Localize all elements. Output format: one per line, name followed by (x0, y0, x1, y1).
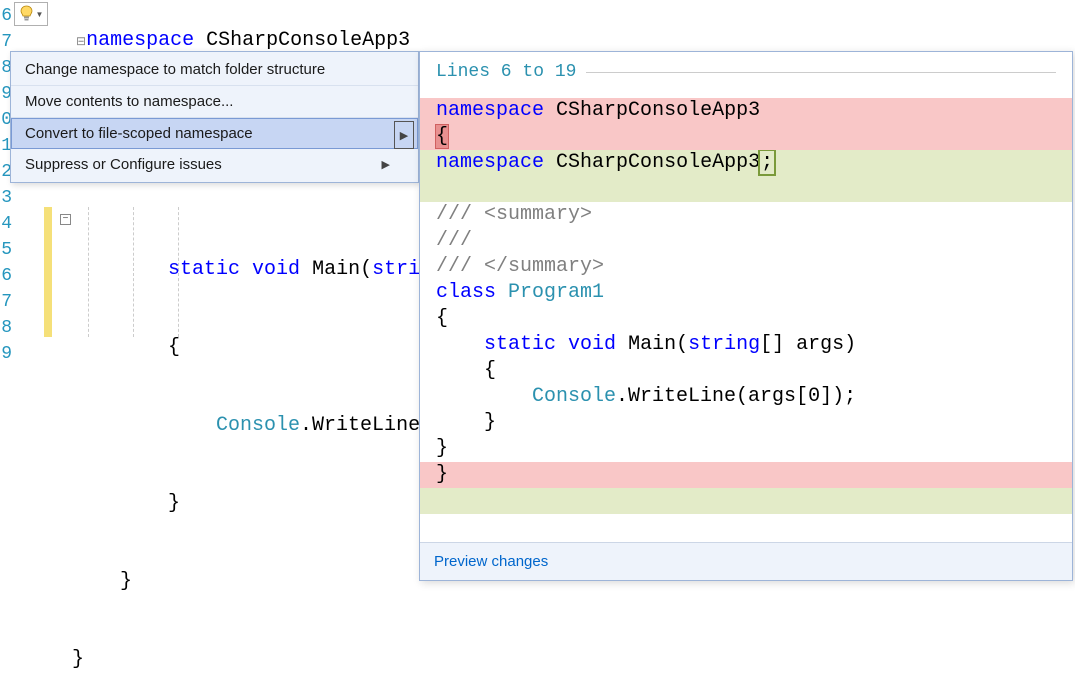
diff-context-line: { (420, 306, 1072, 332)
line-number: 6 (0, 263, 12, 289)
diff-context-line: /// </summary> (420, 254, 1072, 280)
quick-actions-menu: Change namespace to match folder structu… (10, 51, 419, 183)
line-number: 3 (0, 185, 12, 211)
menu-item-convert-file-scoped[interactable]: Convert to file-scoped namespace ▶ (11, 118, 418, 149)
diff-context-line: static void Main(string[] args) (420, 332, 1072, 358)
line-number: 9 (0, 341, 12, 367)
change-indicator-bar (44, 207, 52, 337)
menu-item-label: Change namespace to match folder structu… (25, 61, 325, 78)
fold-toggle[interactable]: − (60, 214, 71, 225)
chevron-right-icon: ▶ (382, 158, 390, 171)
preview-header-text: Lines 6 to 19 (436, 62, 576, 82)
preview-changes-link[interactable]: Preview changes (434, 553, 548, 570)
editor-code-fragment[interactable]: static void Main(string[ { Console.Write… (72, 205, 456, 699)
preview-header: Lines 6 to 19 (420, 52, 1072, 86)
diff-removed-line: namespace CSharpConsoleApp3 (420, 98, 1072, 124)
submenu-indicator: ▶ (394, 121, 414, 149)
diff-context-line: class Program1 (420, 280, 1072, 306)
diff-context-line: } (420, 410, 1072, 436)
menu-item-label: Convert to file-scoped namespace (25, 125, 253, 142)
line-number: 6 (0, 3, 12, 29)
diff-added-line (420, 488, 1072, 514)
editor-code-line[interactable]: ⊟namespace CSharpConsoleApp3 (52, 2, 410, 55)
diff-context-line: /// (420, 228, 1072, 254)
diff-removed-line: { (420, 124, 1072, 150)
menu-item-label: Move contents to namespace... (25, 93, 233, 110)
preview-footer: Preview changes (420, 542, 1072, 580)
diff-context-line: } (420, 436, 1072, 462)
diff-removed-line: } (420, 462, 1072, 488)
menu-item-suppress-configure[interactable]: Suppress or Configure issues ▶ (11, 149, 418, 180)
diff-context-line: { (420, 358, 1072, 384)
menu-item-change-namespace[interactable]: Change namespace to match folder structu… (11, 54, 418, 86)
chevron-right-icon: ▶ (400, 129, 408, 142)
menu-item-label: Suppress or Configure issues (25, 156, 222, 173)
preview-diff: namespace CSharpConsoleApp3 { namespace … (420, 86, 1072, 542)
lightbulb-icon (19, 5, 34, 23)
line-number: 8 (0, 315, 12, 341)
chevron-down-icon: ▼ (36, 10, 44, 19)
line-number: 7 (0, 289, 12, 315)
line-number: 4 (0, 211, 12, 237)
line-number: 5 (0, 237, 12, 263)
menu-item-move-contents[interactable]: Move contents to namespace... (11, 86, 418, 118)
lightbulb-button[interactable]: ▼ (14, 2, 48, 26)
diff-context-line: Console.WriteLine(args[0]); (420, 384, 1072, 410)
diff-context-line: /// <summary> (420, 202, 1072, 228)
diff-added-line (420, 176, 1072, 202)
preview-pane: Lines 6 to 19 namespace CSharpConsoleApp… (419, 51, 1073, 581)
divider-line (586, 72, 1056, 73)
diff-added-line: namespace CSharpConsoleApp3; (420, 150, 1072, 176)
